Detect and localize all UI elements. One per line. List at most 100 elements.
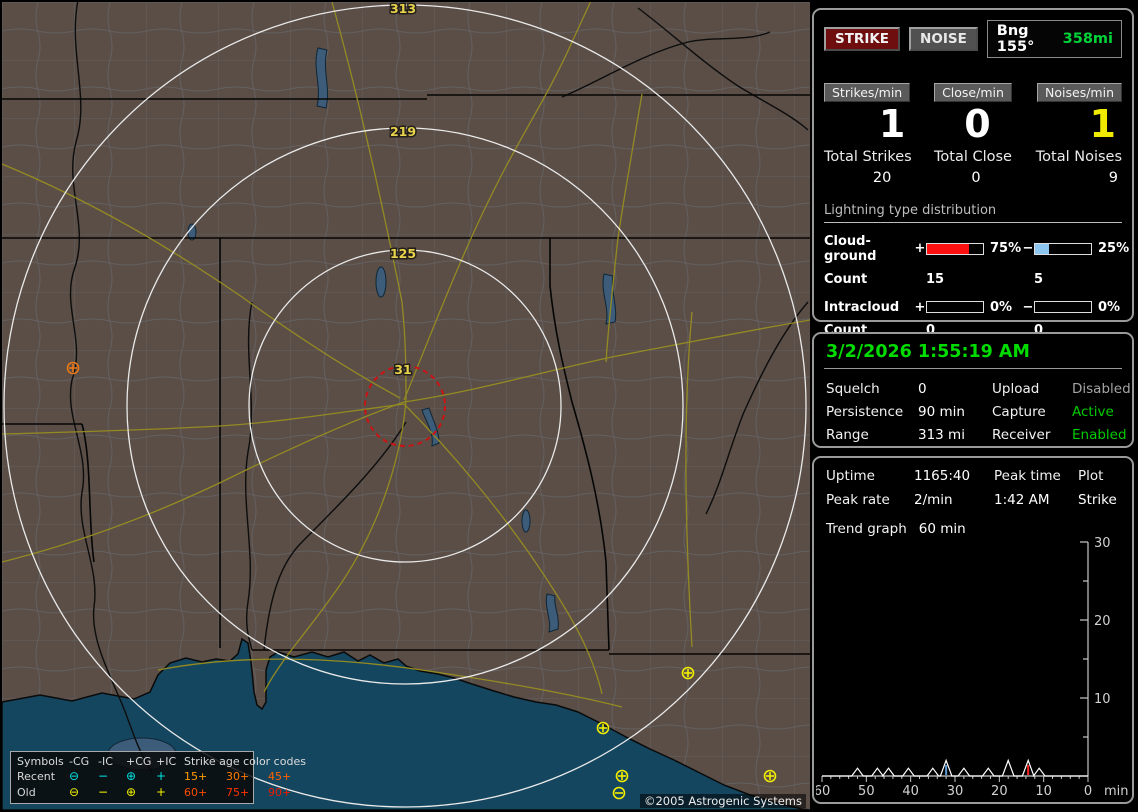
old-pic-icon: + bbox=[156, 784, 167, 799]
plus-sign: + bbox=[914, 299, 926, 315]
plus-sign: + bbox=[914, 241, 926, 257]
close-per-min-value: 0 bbox=[964, 102, 991, 146]
ring-label-31: 31 bbox=[394, 362, 411, 377]
receiver-label: Receiver bbox=[992, 427, 1051, 443]
cg-minus-count: 5 bbox=[1034, 271, 1044, 287]
plot-label: Plot bbox=[1078, 468, 1104, 484]
legend-row-recent-label: Recent bbox=[17, 770, 56, 784]
close-column: Close/min 0 Total Close 0 bbox=[923, 82, 1022, 186]
svg-text:min: min bbox=[1104, 784, 1128, 799]
capture-label: Capture bbox=[992, 404, 1046, 420]
lightning-distribution: Lightning type distribution Cloud-ground… bbox=[824, 203, 1129, 338]
cloud-ground-label: Cloud-ground bbox=[824, 233, 877, 264]
persistence-value: 90 min bbox=[918, 404, 965, 420]
trend-box: Uptime 1165:40 Peak time Plot Peak rate … bbox=[812, 456, 1134, 804]
svg-text:60: 60 bbox=[816, 784, 830, 799]
rate-columns: Strikes/min 1 Total Strikes 20 Close/min… bbox=[824, 82, 1122, 186]
status-box: 3/2/2026 1:55:19 AM Squelch 0 Upload Dis… bbox=[812, 332, 1134, 448]
app-window: 313 219 125 31 Symbols -CG -IC +CG +IC Stri… bbox=[0, 0, 1138, 812]
trend-chart: 10 20 30 60 50 40 30 20 10 0 min bbox=[816, 536, 1128, 799]
ic-plus-pct: 0% bbox=[990, 299, 1013, 315]
plus-cg-strike-icon bbox=[615, 769, 629, 783]
svg-text:20: 20 bbox=[1094, 614, 1111, 629]
total-noises-label: Total Noises bbox=[1035, 148, 1122, 165]
legend-col-pcg: +CG bbox=[126, 754, 152, 768]
range-value: 313 mi bbox=[918, 427, 965, 443]
age-30: 30+ bbox=[226, 770, 250, 784]
peak-rate-value: 2/min bbox=[914, 492, 953, 508]
capture-value: Active bbox=[1072, 404, 1114, 420]
cg-count-label: Count bbox=[824, 271, 868, 287]
upload-label: Upload bbox=[992, 381, 1040, 397]
mode-button-row: STRIKE NOISE Bng 155° 358mi bbox=[824, 20, 1122, 58]
noises-column: Noises/min 1 Total Noises 9 bbox=[1023, 82, 1122, 186]
upload-value: Disabled bbox=[1072, 381, 1131, 397]
persistence-label: Persistence bbox=[826, 404, 904, 420]
svg-text:40: 40 bbox=[902, 784, 919, 799]
counters-box: STRIKE NOISE Bng 155° 358mi Strikes/min … bbox=[812, 8, 1134, 338]
cg-minus-pct: 25% bbox=[1098, 241, 1130, 257]
cg-plus-pct: 75% bbox=[990, 241, 1022, 257]
total-strikes-label: Total Strikes bbox=[824, 148, 912, 165]
plus-cg-strike-icon bbox=[596, 721, 610, 735]
recent-ncg-icon: ⊖ bbox=[69, 769, 80, 784]
noises-per-min-value: 1 bbox=[1089, 102, 1116, 146]
map-legend: Symbols -CG -IC +CG +IC Strike age color… bbox=[10, 750, 306, 804]
lightning-map[interactable]: 313 219 125 31 bbox=[2, 2, 810, 810]
ic-plus-bar bbox=[926, 301, 984, 314]
strikes-per-min-value: 1 bbox=[878, 102, 906, 146]
age-15: 15+ bbox=[184, 770, 208, 784]
intracloud-label: Intracloud bbox=[824, 299, 900, 315]
old-pcg-icon: ⊕ bbox=[126, 784, 137, 799]
noises-per-min-header[interactable]: Noises/min bbox=[1037, 83, 1122, 102]
strike-button[interactable]: STRIKE bbox=[824, 27, 901, 51]
svg-text:50: 50 bbox=[858, 784, 875, 799]
age-75: 75+ bbox=[226, 785, 250, 799]
total-strikes-value: 20 bbox=[872, 169, 892, 186]
legend-col-nic: -IC bbox=[98, 754, 113, 768]
peak-time-value: 1:42 AM bbox=[994, 492, 1050, 508]
strikes-per-min-header[interactable]: Strikes/min bbox=[824, 83, 911, 102]
bearing-range: 358mi bbox=[1062, 31, 1113, 47]
peak-time-label: Peak time bbox=[994, 468, 1061, 484]
svg-text:10: 10 bbox=[1035, 784, 1052, 799]
cg-minus-bar bbox=[1034, 242, 1092, 255]
map-panel[interactable]: 313 219 125 31 Symbols -CG -IC +CG +IC Stri… bbox=[2, 2, 810, 810]
ring-label-219: 219 bbox=[390, 124, 416, 139]
ring-label-125: 125 bbox=[390, 246, 416, 261]
cloud-ground-row: Cloud-ground + 75% − 25% bbox=[824, 233, 1129, 264]
age-60: 60+ bbox=[184, 785, 208, 799]
noise-button[interactable]: NOISE bbox=[909, 27, 978, 51]
bearing-display: Bng 155° 358mi bbox=[986, 20, 1122, 58]
legend-symbols-header: Symbols bbox=[17, 754, 64, 768]
age-90: 90+ bbox=[268, 785, 292, 799]
uptime-label: Uptime bbox=[826, 468, 875, 484]
cg-minus-bar-fill bbox=[1035, 243, 1049, 254]
recent-nic-icon: − bbox=[98, 769, 109, 784]
stats-grid: Uptime 1165:40 Peak time Plot Peak rate … bbox=[824, 468, 1122, 508]
total-noises-value: 9 bbox=[1108, 169, 1118, 186]
squelch-value: 0 bbox=[918, 381, 927, 397]
legend-age-header: Strike age color codes bbox=[184, 754, 306, 768]
svg-text:30: 30 bbox=[947, 784, 964, 799]
distribution-title: Lightning type distribution bbox=[824, 203, 1122, 223]
ic-minus-bar bbox=[1034, 301, 1092, 314]
legend-row-old-label: Old bbox=[17, 785, 36, 799]
cloud-ground-count-row: Count 15 5 bbox=[824, 272, 1122, 287]
ring-label-313: 313 bbox=[390, 2, 416, 16]
cg-plus-count: 15 bbox=[926, 271, 945, 287]
plus-cg-strike-icon bbox=[681, 666, 695, 680]
copyright-text: ©2005 Astrogenic Systems bbox=[639, 794, 806, 808]
minus-sign: − bbox=[1022, 299, 1034, 315]
minus-sign: − bbox=[1022, 241, 1034, 257]
uptime-value: 1165:40 bbox=[914, 468, 971, 484]
total-close-label: Total Close bbox=[934, 148, 1012, 165]
total-close-value: 0 bbox=[971, 169, 981, 186]
side-panel: STRIKE NOISE Bng 155° 358mi Strikes/min … bbox=[812, 0, 1138, 812]
old-ncg-icon: ⊖ bbox=[69, 784, 80, 799]
svg-text:10: 10 bbox=[1094, 692, 1111, 707]
range-label: Range bbox=[826, 427, 869, 443]
close-per-min-header[interactable]: Close/min bbox=[934, 83, 1012, 102]
status-grid: Squelch 0 Upload Disabled Persistence 90… bbox=[824, 381, 1131, 443]
plot-value: Strike bbox=[1078, 492, 1117, 508]
